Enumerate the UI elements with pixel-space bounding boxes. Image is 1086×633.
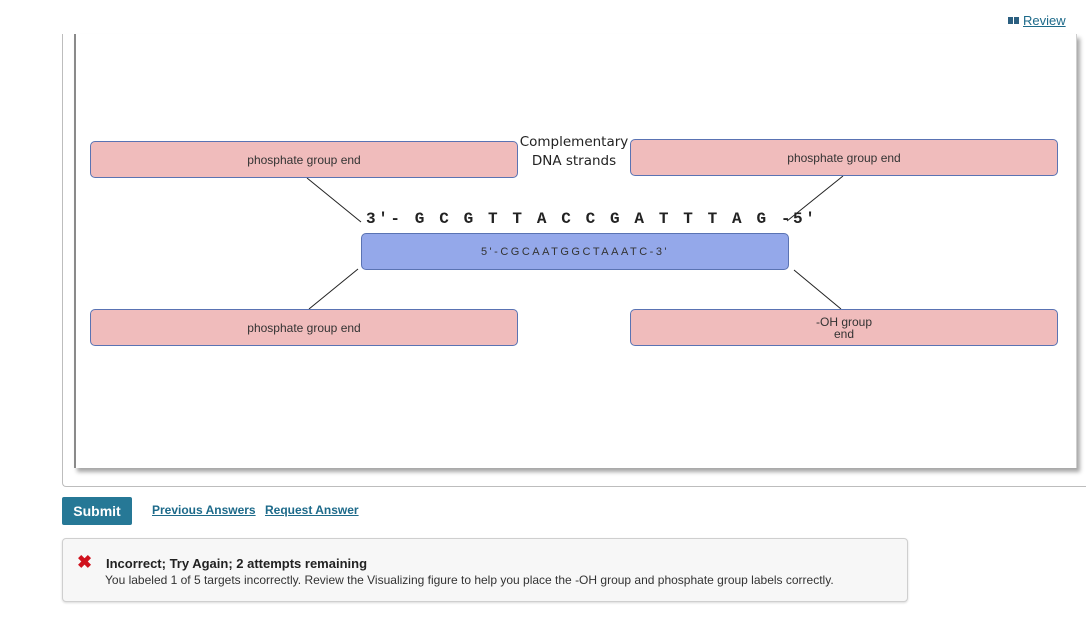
label-top-left[interactable]: phosphate group end [90,141,518,178]
bottom-strand-box: 5'-CGCAATGGCTAAATC-3' [361,233,789,270]
caption-line1: Complementary [519,134,629,150]
label-top-right[interactable]: phosphate group end [630,139,1058,176]
label-bottom-left[interactable]: phosphate group end [90,309,518,346]
label-text-line2: end [833,326,855,341]
feedback-message: You labeled 1 of 5 targets incorrectly. … [105,573,834,587]
feedback-title: Incorrect; Try Again; 2 attempts remaini… [106,556,368,571]
review-label: Review [1023,13,1066,28]
review-link[interactable]: Review [1008,13,1066,28]
previous-answers-link[interactable]: Previous Answers [152,503,256,517]
submit-button[interactable]: Submit [62,497,132,525]
top-strand-sequence: 3'- G C G T T A C C G A T T T A G -5' [366,210,818,228]
caption-line2: DNA strands [531,153,617,169]
label-bottom-right[interactable]: -OH group end [630,309,1058,346]
label-text-line1: -OH group [815,314,873,329]
diagram-caption: Complementary DNA strands [518,133,630,171]
label-text: phosphate group end [247,152,361,167]
label-text: phosphate group end [787,150,901,165]
request-answer-link[interactable]: Request Answer [265,503,359,517]
bottom-strand-sequence: 5'-CGCAATGGCTAAATC-3' [480,245,670,258]
feedback-box: ✖ Incorrect; Try Again; 2 attempts remai… [62,538,908,602]
label-text: phosphate group end [247,320,361,335]
book-icon [1008,17,1019,24]
x-icon: ✖ [77,552,93,572]
